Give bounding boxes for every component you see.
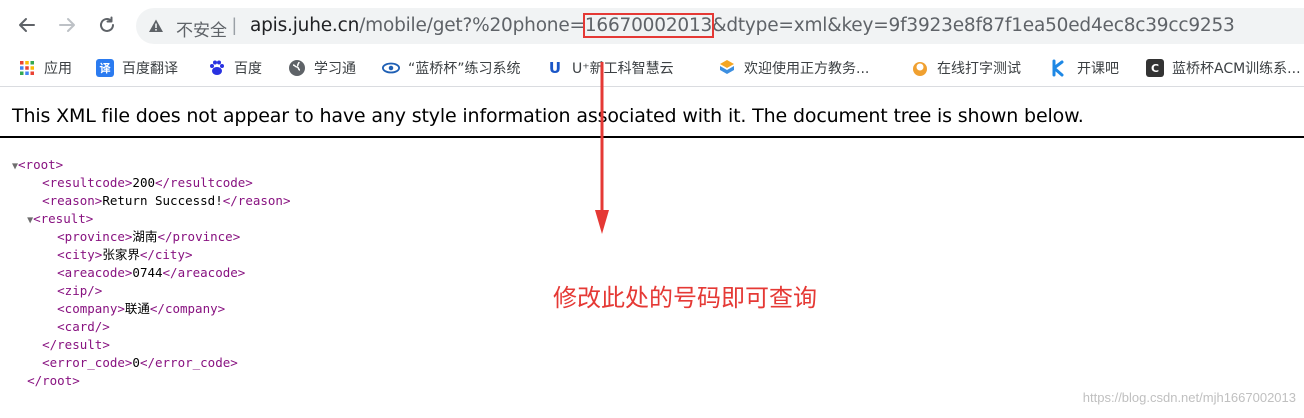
bookmark-label: U⁺新工科智慧云 (572, 61, 674, 77)
forward-button[interactable] (52, 10, 82, 40)
bookmark-label: 欢迎使用正方教务... (744, 61, 870, 77)
reload-button[interactable] (92, 10, 122, 40)
bookmark-label: 百度翻译 (122, 61, 178, 77)
bookmark-baidu-translate[interactable]: 译 百度翻译 (96, 58, 178, 78)
xml-resultcode-line: <resultcode>200</resultcode> (42, 175, 253, 190)
xml-province-value: 湖南 (132, 229, 158, 244)
back-button[interactable] (12, 10, 42, 40)
url-path: /mobile/get?%20phone= (359, 15, 585, 36)
xml-root-close: </root> (27, 373, 80, 388)
xml-province-line: <province>湖南</province> (57, 229, 241, 244)
bookmark-label: “蓝桥杯”练习系统 (408, 61, 521, 77)
bookmark-label: 学习通 (314, 61, 356, 77)
lanqiao-icon (382, 59, 400, 77)
xml-style-notice: This XML file does not appear to have an… (12, 105, 1084, 127)
globe-icon (288, 59, 306, 77)
annotation-text: 修改此处的号码即可查询 (553, 284, 817, 312)
watermark: https://blog.csdn.net/mjh1667002013 (1082, 390, 1296, 405)
bookmark-typing-test[interactable]: 在线打字测试 (911, 58, 1021, 78)
xml-reason-line: <reason>Return Successd!</reason> (42, 193, 291, 208)
url-query: &dtype=xml&key=9f3923e8f87f1ea50ed4ec8c3… (712, 15, 1235, 36)
bookmark-baidu[interactable]: 百度 (208, 58, 262, 78)
acm-icon: C (1146, 59, 1164, 77)
zhengfang-icon (718, 59, 736, 77)
xml-reason-value: Return Successd! (102, 193, 223, 208)
uplus-icon: U (548, 59, 562, 77)
annotation-arrow-icon (595, 62, 609, 234)
bookmark-label: 在线打字测试 (937, 61, 1021, 77)
xml-city-value: 张家界 (102, 247, 140, 262)
xml-result-close: </result> (42, 337, 110, 352)
xml-error-code-value: 0 (132, 355, 140, 370)
bookmark-xuexitong[interactable]: 学习通 (288, 58, 356, 78)
forward-arrow-icon (59, 18, 75, 32)
warning-icon[interactable] (148, 18, 164, 34)
url-phone-highlight: 16670002013 (582, 13, 715, 38)
url-text[interactable]: apis.juhe.cn/mobile/get?%20phone=1667000… (250, 13, 1235, 38)
baidu-translate-icon: 译 (96, 59, 114, 77)
xml-error-code-line: <error_code>0</error_code> (42, 355, 238, 370)
baidu-paw-icon (208, 59, 226, 77)
xml-resultcode-value: 200 (132, 175, 155, 190)
xml-result-open[interactable]: ▼<result> (12, 210, 290, 228)
browser-toolbar: 不安全 | apis.juhe.cn/mobile/get?%20phone=1… (0, 0, 1304, 50)
xml-company-line: <company>联通</company> (57, 301, 226, 316)
bookmark-lanqiao[interactable]: “蓝桥杯”练习系统 (382, 58, 521, 78)
bookmark-label: 蓝桥杯ACM训练系... (1172, 61, 1301, 77)
security-status[interactable]: 不安全 (176, 16, 227, 41)
bookmarks-bar: 应用 译 百度翻译 百度 学习通 “蓝桥杯”练习系统 U U⁺新工科智慧云 欢迎… (0, 50, 1304, 87)
xml-company-value: 联通 (124, 301, 150, 316)
bookmark-label: 百度 (234, 61, 262, 77)
apps-grid-icon (18, 59, 36, 77)
bookmark-label: 应用 (44, 61, 72, 77)
address-bar[interactable]: 不安全 | apis.juhe.cn/mobile/get?%20phone=1… (136, 8, 1304, 44)
bookmark-apps[interactable]: 应用 (18, 58, 72, 78)
xml-areacode-line: <areacode>0744</areacode> (57, 265, 246, 280)
back-arrow-icon (19, 18, 35, 32)
xml-areacode-value: 0744 (132, 265, 163, 280)
typing-test-icon (911, 59, 929, 77)
notice-divider (0, 136, 1304, 138)
reload-icon (100, 16, 114, 32)
xml-card-line: <card/> (57, 319, 110, 334)
url-separator: | (232, 15, 237, 35)
bookmark-kaikeba[interactable]: 开课吧 (1051, 58, 1119, 78)
bookmark-label: 开课吧 (1077, 61, 1119, 77)
bookmark-acm[interactable]: C 蓝桥杯ACM训练系... (1146, 58, 1301, 78)
xml-tree: ▼<root> <resultcode>200</resultcode> <re… (12, 156, 290, 390)
url-host: apis.juhe.cn (250, 15, 360, 36)
bookmark-zhengfang[interactable]: 欢迎使用正方教务... (718, 58, 869, 78)
xml-root-open[interactable]: ▼<root> (12, 156, 290, 174)
xml-zip-line: <zip/> (57, 283, 103, 298)
kaikeba-icon (1051, 59, 1069, 77)
xml-city-line: <city>张家界</city> (57, 247, 193, 262)
